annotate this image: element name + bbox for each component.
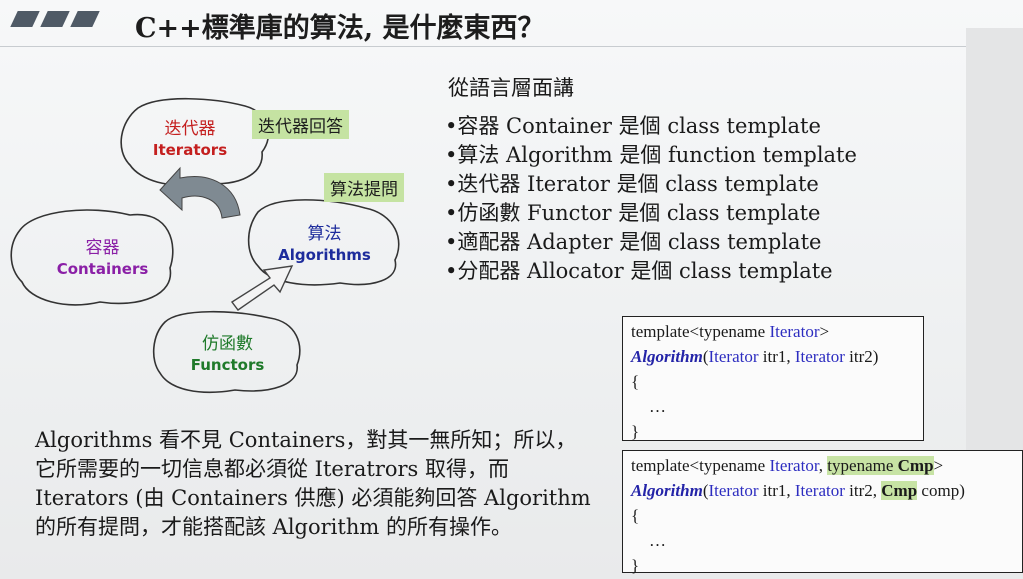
code-line: }	[631, 556, 640, 575]
containers-en-label: Containers	[56, 260, 149, 278]
paragraph-line: 的所有提問，才能搭配該 Algorithm 的所有操作。	[35, 515, 512, 539]
component-list: •容器 Container 是個 class template •算法 Algo…	[445, 112, 857, 286]
code-token: Iterator	[769, 456, 819, 475]
list-item: •仿函數 Functor 是個 class template	[445, 201, 821, 225]
paragraph-line: 它所需要的一切信息都必須從 Iteratrors 取得，而	[35, 457, 510, 481]
containers-node: 容器 Containers	[45, 238, 160, 279]
code-token: itr2)	[844, 347, 879, 366]
code-box-iterator-only: template<typename Iterator> Algorithm(It…	[622, 316, 924, 441]
code-token: comp)	[917, 481, 965, 500]
code-line: …	[649, 531, 666, 550]
algorithms-en-label: Algorithms	[278, 246, 371, 264]
code-line: {	[631, 506, 640, 525]
slide-title: C++標準庫的算法, 是什麼東西？	[135, 13, 545, 44]
functors-zh-label: 仿函數	[202, 334, 253, 354]
code-box-with-comparator: template<typename Iterator, typename Cmp…	[622, 450, 1023, 575]
straight-arrow	[230, 265, 294, 311]
header-bar-3	[70, 11, 100, 27]
code-token: Iterator	[794, 347, 845, 366]
code-line: }	[631, 422, 640, 441]
algorithms-zh-label: 算法	[307, 224, 342, 244]
algorithms-node: 算法 Algorithms	[272, 224, 377, 265]
code-line: template<typename Iterator, typename Cmp…	[631, 453, 1014, 478]
header-rule	[0, 46, 1023, 47]
curved-arrow	[159, 166, 241, 219]
code-token: template<typename	[631, 322, 770, 341]
paragraph-line: Iterators (由 Containers 供應) 必須能夠回答 Algor…	[35, 486, 591, 510]
list-item: •適配器 Adapter 是個 class template	[445, 230, 822, 254]
paragraph-line: Algorithms 看不見 Containers，對其一無所知；所以，	[35, 428, 577, 452]
language-level-heading: 從語言層面講	[448, 76, 574, 100]
iterators-node: 迭代器 Iterators	[140, 119, 240, 160]
code-token: itr1,	[758, 481, 795, 500]
list-item: •算法 Algorithm 是個 function template	[445, 143, 857, 167]
list-item: •容器 Container 是個 class template	[445, 114, 821, 138]
code-token: itr2,	[844, 481, 882, 500]
code-line: …	[649, 397, 666, 416]
code-token: itr1,	[758, 347, 795, 366]
iterators-zh-label: 迭代器	[164, 119, 216, 139]
algorithm-keyword: Algorithm	[631, 347, 703, 366]
highlighted-token: typename Cmp	[827, 456, 934, 475]
code-token: Cmp	[897, 456, 934, 475]
algorithm-question-tag: 算法提問	[324, 173, 404, 202]
slide-header: C++標準庫的算法, 是什麼東西？	[0, 0, 1023, 48]
code-line: Algorithm(Iterator itr1, Iterator itr2)	[631, 344, 915, 369]
header-bar-2	[40, 11, 70, 27]
iterator-answer-tag: 迭代器回答	[252, 110, 349, 139]
code-token: >	[933, 456, 944, 475]
code-token: Iterator	[708, 481, 759, 500]
code-line: Algorithm(Iterator itr1, Iterator itr2, …	[631, 478, 1014, 503]
containers-zh-label: 容器	[85, 238, 120, 258]
code-token: typename	[827, 456, 898, 475]
code-token: >	[819, 322, 830, 341]
algorithm-keyword: Algorithm	[631, 481, 703, 500]
code-token: template<typename	[631, 456, 770, 475]
code-token: Iterator	[708, 347, 759, 366]
functors-node: 仿函數 Functors	[180, 334, 275, 375]
header-bar-1	[10, 11, 40, 27]
code-line: {	[631, 372, 640, 391]
code-token: Iterator	[794, 481, 845, 500]
list-item: •迭代器 Iterator 是個 class template	[445, 172, 819, 196]
functors-en-label: Functors	[190, 356, 265, 374]
explanation-paragraph: Algorithms 看不見 Containers，對其一無所知；所以， 它所需…	[35, 426, 605, 542]
code-token: Iterator	[769, 322, 820, 341]
iterators-en-label: Iterators	[152, 141, 228, 159]
highlighted-token: Cmp	[881, 481, 918, 500]
list-item: •分配器 Allocator 是個 class template	[445, 259, 833, 283]
code-line: template<typename Iterator>	[631, 319, 915, 344]
